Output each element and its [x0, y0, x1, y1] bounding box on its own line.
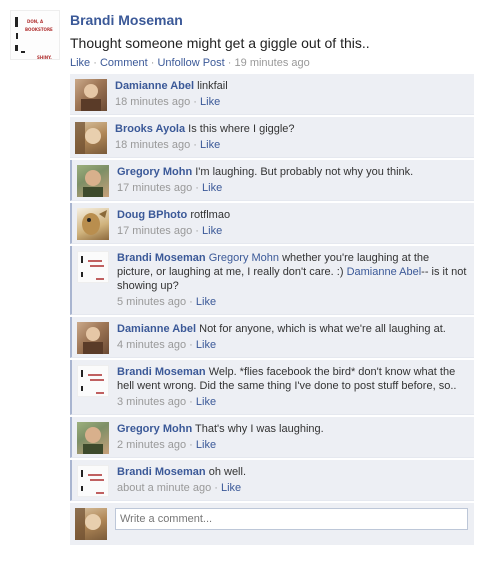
comment-like-link[interactable]: Like — [196, 439, 216, 451]
comment-like-link[interactable]: Like — [200, 96, 220, 108]
comment-like-link[interactable]: Like — [202, 182, 222, 194]
comment-like-link[interactable]: Like — [200, 139, 220, 151]
comment-like-link[interactable]: Like — [221, 482, 241, 494]
commenter-name[interactable]: Damianne Abel — [115, 80, 194, 92]
commenter-avatar[interactable] — [77, 165, 109, 197]
comment-text: That's why I was laughing. — [195, 423, 324, 435]
post-actions: Like · Comment · Unfollow Post · 19 minu… — [70, 57, 310, 69]
viewer-avatar — [75, 508, 107, 540]
avatar-text-2: BOOKSTORE — [25, 27, 53, 32]
commenter-name[interactable]: Brandi Moseman — [117, 466, 206, 478]
commenter-name[interactable]: Doug BPhoto — [117, 209, 187, 221]
post-author-name[interactable]: Brandi Moseman — [70, 12, 485, 29]
comment-item: Gregory Mohn I'm laughing. But probably … — [70, 160, 474, 201]
comment-time[interactable]: 3 minutes ago — [117, 396, 186, 408]
mention-link[interactable]: Gregory Mohn — [209, 252, 279, 264]
comment-item: Brandi Moseman Gregory Mohn whether you'… — [70, 246, 474, 315]
comment-time[interactable]: 5 minutes ago — [117, 296, 186, 308]
post-timestamp[interactable]: 19 minutes ago — [235, 57, 310, 69]
avatar-text-3: SHINY. — [37, 55, 52, 60]
comment-composer — [70, 503, 474, 545]
commenter-avatar[interactable] — [77, 422, 109, 454]
commenter-avatar[interactable] — [75, 79, 107, 111]
comment-time[interactable]: 17 minutes ago — [117, 182, 192, 194]
comment-item: Brandi Moseman oh well. about a minute a… — [70, 460, 474, 501]
comment-item: Damianne Abel linkfail 18 minutes ago · … — [70, 74, 474, 115]
commenter-avatar[interactable] — [77, 208, 109, 240]
comment-text: I'm laughing. But probably not why you t… — [195, 166, 414, 178]
comment-time[interactable]: 17 minutes ago — [117, 225, 192, 237]
post-like-link[interactable]: Like — [70, 57, 90, 69]
comment-like-link[interactable]: Like — [202, 225, 222, 237]
comment-item: Brandi Moseman Welp. *flies facebook the… — [70, 360, 474, 415]
comment-item: Damianne Abel Not for anyone, which is w… — [70, 317, 474, 358]
commenter-name[interactable]: Brooks Ayola — [115, 123, 185, 135]
unfollow-post-link[interactable]: Unfollow Post — [157, 57, 224, 69]
commenter-name[interactable]: Brandi Moseman — [117, 252, 206, 264]
comment-list: Damianne Abel linkfail 18 minutes ago · … — [70, 74, 474, 545]
commenter-avatar[interactable] — [77, 251, 109, 283]
comment-text: oh well. — [208, 466, 246, 478]
comment-input[interactable] — [115, 508, 468, 530]
commenter-avatar[interactable] — [77, 465, 109, 497]
post-body: Brandi Moseman Thought someone might get… — [70, 12, 485, 70]
comment-time[interactable]: 4 minutes ago — [117, 339, 186, 351]
avatar-text-1: DON, A — [27, 19, 44, 24]
comment-item: Doug BPhoto rotflmao 17 minutes ago · Li… — [70, 203, 474, 244]
comment-like-link[interactable]: Like — [196, 339, 216, 351]
comment-item: Brooks Ayola Is this where I giggle? 18 … — [70, 117, 474, 158]
comment-text: Is this where I giggle? — [188, 123, 295, 135]
post-author-avatar[interactable]: DON, A BOOKSTORE SHINY. — [10, 10, 60, 60]
commenter-avatar[interactable] — [75, 122, 107, 154]
comment-time[interactable]: 2 minutes ago — [117, 439, 186, 451]
comment-like-link[interactable]: Like — [196, 396, 216, 408]
commenter-avatar[interactable] — [77, 322, 109, 354]
comment-text: linkfail — [197, 80, 228, 92]
commenter-name[interactable]: Brandi Moseman — [117, 366, 206, 378]
commenter-name[interactable]: Gregory Mohn — [117, 423, 192, 435]
comment-time[interactable]: about a minute ago — [117, 482, 211, 494]
comment-time[interactable]: 18 minutes ago — [115, 139, 190, 151]
post-message: Thought someone might get a giggle out o… — [70, 35, 370, 51]
comment-like-link[interactable]: Like — [196, 296, 216, 308]
mention-link[interactable]: Damianne Abel — [347, 266, 422, 278]
commenter-name[interactable]: Damianne Abel — [117, 323, 196, 335]
post-comment-link[interactable]: Comment — [100, 57, 148, 69]
commenter-avatar[interactable] — [77, 365, 109, 397]
comment-item: Gregory Mohn That's why I was laughing. … — [70, 417, 474, 458]
comment-text: rotflmao — [190, 209, 231, 221]
commenter-name[interactable]: Gregory Mohn — [117, 166, 192, 178]
comment-text: Not for anyone, which is what we're all … — [199, 323, 446, 335]
comment-time[interactable]: 18 minutes ago — [115, 96, 190, 108]
